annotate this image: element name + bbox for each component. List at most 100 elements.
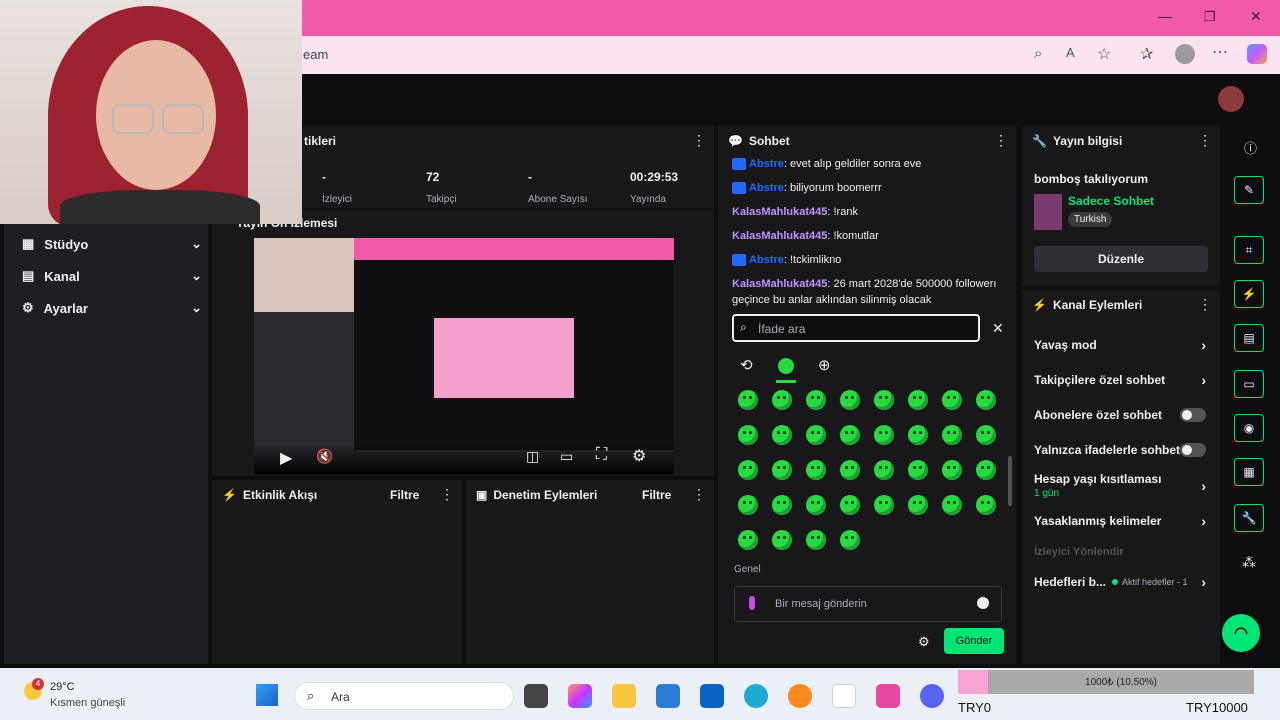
kebab-menu-icon[interactable]: ⋮: [1198, 296, 1212, 313]
bits-icon[interactable]: [749, 596, 755, 610]
favorites-icon[interactable]: ✰: [1140, 44, 1153, 64]
restore-button[interactable]: ❐: [1204, 9, 1216, 25]
emote-item[interactable]: [840, 495, 860, 515]
action-blocked-terms[interactable]: Yasaklanmış kelimeler ›: [1034, 513, 1206, 529]
m-app-icon[interactable]: [832, 684, 856, 708]
user-avatar[interactable]: [1218, 86, 1244, 112]
mute-icon[interactable]: 🔇: [316, 448, 333, 465]
emote-scrollbar[interactable]: [1008, 456, 1012, 506]
emote-item[interactable]: [908, 460, 928, 480]
action-slow-mode[interactable]: Yavaş mod ›: [1034, 337, 1206, 353]
minimize-button[interactable]: —: [1158, 8, 1172, 24]
emote-item[interactable]: [738, 390, 758, 410]
emote-item[interactable]: [976, 425, 996, 445]
help-headset-icon[interactable]: ◠: [1222, 614, 1260, 652]
emote-item[interactable]: [976, 495, 996, 515]
kebab-menu-icon[interactable]: ⋮: [692, 486, 706, 503]
blender-icon[interactable]: [788, 684, 812, 708]
emote-item[interactable]: [738, 495, 758, 515]
emote-item[interactable]: [840, 460, 860, 480]
edge-icon[interactable]: [744, 684, 768, 708]
emote-item[interactable]: [806, 425, 826, 445]
fullscreen-icon[interactable]: ⛶: [596, 446, 607, 464]
action-goals[interactable]: Hedefleri b... Aktif hedefler - 1 ›: [1034, 574, 1206, 590]
read-aloud-icon[interactable]: A: [1066, 45, 1075, 60]
emote-item[interactable]: [874, 460, 894, 480]
notes-icon[interactable]: ▤: [1234, 324, 1264, 352]
chat-message-input[interactable]: Bir mesaj gönderin: [734, 586, 1002, 622]
stream-category[interactable]: Sadece Sohbet: [1068, 194, 1154, 208]
emote-item[interactable]: [942, 425, 962, 445]
emote-item[interactable]: [806, 530, 826, 550]
more-menu-icon[interactable]: ⋯: [1212, 42, 1228, 62]
edit-pencil-icon[interactable]: ✎: [1234, 176, 1264, 204]
action-followers-only[interactable]: Takipçilere özel sohbet ›: [1034, 372, 1206, 388]
gear-icon[interactable]: ⚙: [632, 446, 646, 466]
broadcast-icon[interactable]: ◉: [1234, 414, 1264, 442]
file-explorer-icon[interactable]: [612, 684, 636, 708]
emote-item[interactable]: [806, 460, 826, 480]
channel-emotes-tab-icon[interactable]: [778, 358, 794, 374]
wrench-quick-icon[interactable]: 🔧: [1234, 504, 1264, 532]
emote-item[interactable]: [806, 390, 826, 410]
emote-item[interactable]: [772, 530, 792, 550]
action-emote-only[interactable]: Yalnızca ifadelerle sohbet: [1034, 443, 1206, 457]
emote-item[interactable]: [908, 425, 928, 445]
task-view-icon[interactable]: [524, 684, 548, 708]
emote-item[interactable]: [976, 460, 996, 480]
action-account-age[interactable]: Hesap yaşı kısıtlaması ›: [1034, 472, 1206, 494]
chat-username[interactable]: Abstre: [749, 158, 784, 170]
emote-item[interactable]: [738, 425, 758, 445]
close-window-button[interactable]: ✕: [1250, 8, 1262, 25]
profile-icon[interactable]: [1175, 44, 1195, 64]
emote-item[interactable]: [772, 460, 792, 480]
kebab-menu-icon[interactable]: ⋮: [692, 132, 706, 149]
edit-stream-button[interactable]: Düzenle: [1034, 246, 1208, 272]
emote-item[interactable]: [874, 495, 894, 515]
nav-studio[interactable]: ▦ Stüdyo ⌄: [22, 236, 202, 252]
play-icon[interactable]: ▶: [280, 448, 292, 468]
zoom-icon[interactable]: ⌕: [1034, 45, 1042, 62]
chat-settings-icon[interactable]: ⚙: [918, 634, 930, 650]
chat-username[interactable]: KalasMahlukat445: [732, 206, 827, 218]
emote-item[interactable]: [908, 390, 928, 410]
chat-quick-icon[interactable]: ▭: [1234, 370, 1264, 398]
start-windows-icon[interactable]: [256, 684, 278, 706]
action-subs-only[interactable]: Abonelere özel sohbet: [1034, 408, 1206, 422]
layout-icon[interactable]: ▦: [1234, 458, 1264, 486]
emote-search-input[interactable]: ⌕ İfade ara: [732, 314, 980, 342]
mod-filter-button[interactable]: Filtre: [642, 488, 671, 502]
emote-item[interactable]: [772, 425, 792, 445]
subs-only-toggle[interactable]: [1180, 408, 1206, 422]
chat-username[interactable]: KalasMahlukat445: [732, 230, 827, 242]
emote-item[interactable]: [908, 495, 928, 515]
copilot-icon[interactable]: [1247, 44, 1267, 64]
emote-item[interactable]: [840, 425, 860, 445]
nav-channel[interactable]: ▤ Kanal ⌄: [22, 268, 202, 284]
emote-item[interactable]: [874, 425, 894, 445]
emote-item[interactable]: [874, 390, 894, 410]
emote-item[interactable]: [942, 390, 962, 410]
chat-username[interactable]: Abstre: [749, 182, 784, 194]
discord-icon[interactable]: [920, 684, 944, 708]
emote-item[interactable]: [840, 530, 860, 550]
pip-icon[interactable]: ◫: [526, 448, 539, 465]
emote-item[interactable]: [772, 495, 792, 515]
copilot-taskbar-icon[interactable]: [568, 684, 592, 708]
activity-filter-button[interactable]: Filtre: [390, 488, 419, 502]
send-button[interactable]: Gönder: [944, 628, 1004, 654]
taskbar-search[interactable]: ⌕ Ara: [294, 682, 514, 710]
recent-emotes-icon[interactable]: ⟲: [740, 356, 753, 374]
chat-username[interactable]: Abstre: [749, 254, 784, 266]
weather-text[interactable]: Kısmen güneşli: [50, 697, 125, 709]
emote-item[interactable]: [806, 495, 826, 515]
ad-lightning-icon[interactable]: ⚡: [1234, 280, 1264, 308]
emote-only-toggle[interactable]: [1180, 443, 1206, 457]
emote-item[interactable]: [738, 460, 758, 480]
outlook-icon[interactable]: [700, 684, 724, 708]
nav-settings[interactable]: ⚙ Ayarlar ⌄: [22, 300, 202, 316]
pink-app-icon[interactable]: [876, 684, 900, 708]
clip-icon[interactable]: ⌗: [1234, 236, 1264, 264]
info-icon[interactable]: ⓘ: [1244, 138, 1257, 157]
kebab-menu-icon[interactable]: ⋮: [994, 132, 1008, 149]
